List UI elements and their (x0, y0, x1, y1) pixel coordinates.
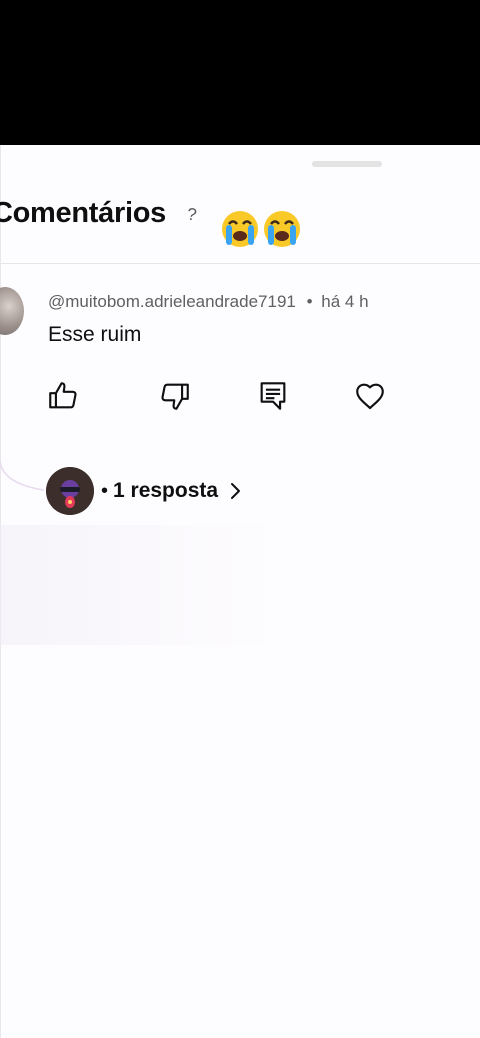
reply-avatar[interactable] (46, 467, 94, 515)
view-replies-button[interactable]: • 1 resposta (101, 477, 244, 505)
comment-author[interactable]: @muitobom.adrieleandrade7191 (48, 292, 296, 311)
help-icon[interactable]: ? (186, 204, 198, 225)
header-divider (0, 263, 480, 264)
top-black-area (0, 0, 480, 145)
comment-time: há 4 h (321, 292, 369, 311)
avatar-image-icon (46, 467, 94, 515)
reply-dot: • (101, 479, 109, 502)
reply-count-label: 1 resposta (113, 479, 219, 502)
dislike-button[interactable] (158, 379, 192, 413)
reply-button[interactable] (256, 379, 290, 413)
heart-icon (356, 383, 384, 410)
drag-handle[interactable] (312, 161, 382, 167)
like-button[interactable] (46, 379, 80, 413)
comments-sheet: Comentários ? @muitobom.adrieleandrade71… (0, 145, 480, 1038)
crying-face-icon (222, 211, 258, 247)
comment-meta: @muitobom.adrieleandrade7191 • há 4 h (48, 292, 369, 312)
comments-title: Comentários (0, 197, 166, 229)
comment-text: Esse ruim (48, 323, 142, 346)
heart-button[interactable] (353, 379, 387, 413)
thumbs-down-icon (161, 383, 189, 410)
chevron-right-icon (231, 483, 241, 499)
meta-separator: • (306, 292, 313, 311)
avatar[interactable] (0, 287, 24, 335)
background-shading (0, 525, 280, 645)
crying-face-icon (264, 211, 300, 247)
thumbs-up-icon (49, 382, 77, 409)
crying-face-emoji-pair-icon (222, 211, 300, 247)
reply-thread-line (0, 461, 44, 491)
comment-reply-icon (260, 382, 286, 410)
emoji-sticker (220, 209, 304, 249)
